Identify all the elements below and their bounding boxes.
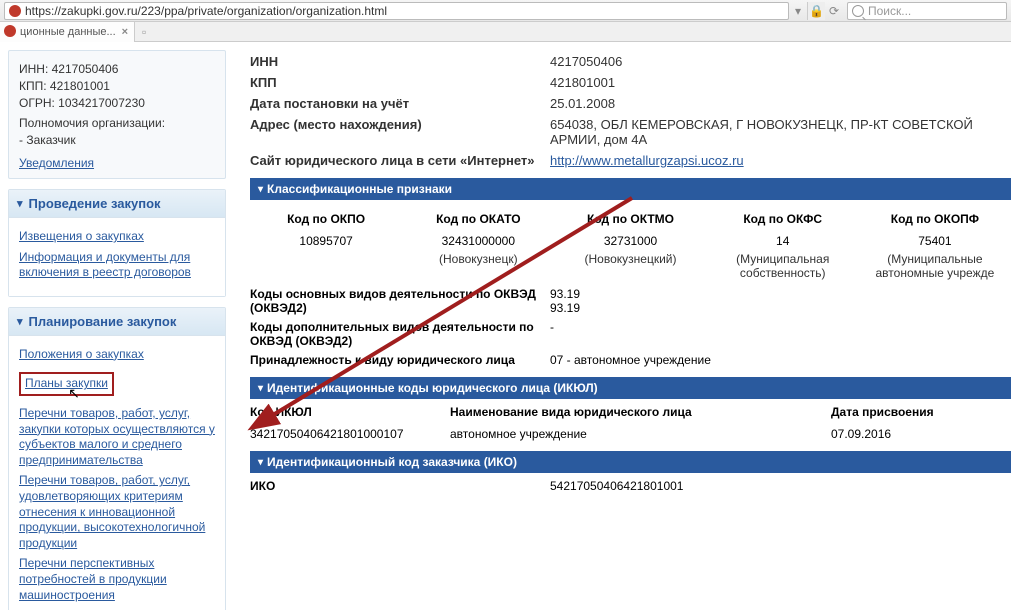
kv-okved-extra: Коды дополнительных видов деятельности п… xyxy=(250,320,1011,348)
kv-label: Сайт юридического лица в сети «Интернет» xyxy=(250,153,550,168)
search-placeholder: Поиск... xyxy=(868,4,911,18)
info-inn: ИНН: 4217050406 xyxy=(19,62,215,76)
kv-label: Дата постановки на учёт xyxy=(250,96,550,111)
accordion-body: Извещения о закупках Информация и докуме… xyxy=(9,218,225,296)
tab-icon xyxy=(4,25,16,37)
info-powers-label: Полномочия организации: xyxy=(19,116,215,130)
lock-icon: 🔒 xyxy=(807,2,825,20)
triangle-down-icon: ▾ xyxy=(258,383,263,394)
ikul-row: 34217050406421801000107 автономное учреж… xyxy=(250,427,1011,441)
table-header: Код по ОКПО Код по ОКАТО Код по ОКТМО Ко… xyxy=(250,206,1011,232)
page-body: ИНН: 4217050406 КПП: 421801001 ОГРН: 103… xyxy=(0,42,1011,610)
link-engineering-lists[interactable]: Перечни перспективных потребностей в про… xyxy=(19,556,215,603)
kv-value: 25.01.2008 xyxy=(550,96,1011,111)
new-tab-icon[interactable]: ▫ xyxy=(135,23,153,41)
table-row-sub: (Новокузнецк) (Новокузнецкий) (Муниципал… xyxy=(250,250,1011,282)
kv-legal-type: Принадлежность к виду юридического лица … xyxy=(250,353,1011,367)
search-box[interactable]: Поиск... xyxy=(847,2,1007,20)
close-icon[interactable]: × xyxy=(122,26,128,38)
tab-title: ционные данные... xyxy=(20,26,116,38)
website-link[interactable]: http://www.metallurgzapsi.ucoz.ru xyxy=(550,153,744,168)
ikul-header: Код ИКЮЛ Наименование вида юридического … xyxy=(250,405,1011,419)
kv-row: Адрес (место нахождения) 654038, ОБЛ КЕМ… xyxy=(250,117,1011,147)
link-purchase-plans[interactable]: Планы закупки ↖ xyxy=(19,372,114,396)
dropdown-icon[interactable]: ▾ xyxy=(789,2,807,20)
chevron-down-icon: ▾ xyxy=(17,315,23,328)
info-powers-value: - Заказчик xyxy=(19,133,215,147)
kv-row: Дата постановки на учёт 25.01.2008 xyxy=(250,96,1011,111)
main-content: ИНН 4217050406 КПП 421801001 Дата постан… xyxy=(240,42,1011,610)
kv-value: 421801001 xyxy=(550,75,1011,90)
kv-value: http://www.metallurgzapsi.ucoz.ru xyxy=(550,153,1011,168)
org-info-block: ИНН: 4217050406 КПП: 421801001 ОГРН: 103… xyxy=(8,50,226,179)
triangle-down-icon: ▾ xyxy=(258,184,263,195)
info-kpp: КПП: 421801001 xyxy=(19,79,215,93)
kv-value: 654038, ОБЛ КЕМЕРОВСКАЯ, Г НОВОКУЗНЕЦК, … xyxy=(550,117,1011,147)
kv-value: 4217050406 xyxy=(550,54,1011,69)
kv-row: КПП 421801001 xyxy=(250,75,1011,90)
classification-table: Код по ОКПО Код по ОКАТО Код по ОКТМО Ко… xyxy=(250,206,1011,282)
browser-toolbar: https://zakupki.gov.ru/223/ppa/private/o… xyxy=(0,0,1011,22)
section-classification[interactable]: ▾ Классификационные признаки xyxy=(250,178,1011,200)
address-bar[interactable]: https://zakupki.gov.ru/223/ppa/private/o… xyxy=(4,2,789,20)
accordion-procurement: ▾ Проведение закупок Извещения о закупка… xyxy=(8,189,226,297)
accordion-body: Положения о закупках Планы закупки ↖ Пер… xyxy=(9,336,225,610)
link-registry-docs[interactable]: Информация и документы для включения в р… xyxy=(19,250,215,281)
sidebar: ИНН: 4217050406 КПП: 421801001 ОГРН: 103… xyxy=(0,42,240,610)
kv-okved-main: Коды основных видов деятельности по ОКВЭ… xyxy=(250,287,1011,315)
kv-label: КПП xyxy=(250,75,550,90)
tab-strip: ционные данные... × ▫ xyxy=(0,22,1011,42)
cursor-pointer-icon: ↖ xyxy=(68,384,80,402)
kv-row: ИНН 4217050406 xyxy=(250,54,1011,69)
kv-row: Сайт юридического лица в сети «Интернет»… xyxy=(250,153,1011,168)
link-regulations[interactable]: Положения о закупках xyxy=(19,347,215,363)
table-row: 10895707 32431000000 32731000 14 75401 xyxy=(250,232,1011,250)
info-ogrn: ОГРН: 1034217007230 xyxy=(19,96,215,110)
kv-label: Адрес (место нахождения) xyxy=(250,117,550,147)
kv-label: ИНН xyxy=(250,54,550,69)
site-icon xyxy=(9,5,21,17)
url-text: https://zakupki.gov.ru/223/ppa/private/o… xyxy=(25,4,387,18)
browser-tab[interactable]: ционные данные... × xyxy=(0,22,135,42)
accordion-header-planning[interactable]: ▾ Планирование закупок xyxy=(9,308,225,336)
link-smb-lists[interactable]: Перечни товаров, работ, услуг, закупки к… xyxy=(19,406,215,468)
accordion-planning: ▾ Планирование закупок Положения о закуп… xyxy=(8,307,226,610)
section-iko[interactable]: ▾ Идентификационный код заказчика (ИКО) xyxy=(250,451,1011,473)
refresh-icon[interactable]: ⟳ xyxy=(825,2,843,20)
notifications-link[interactable]: Уведомления xyxy=(19,156,94,170)
triangle-down-icon: ▾ xyxy=(258,457,263,468)
section-ikul[interactable]: ▾ Идентификационные коды юридического ли… xyxy=(250,377,1011,399)
accordion-title: Проведение закупок xyxy=(29,196,161,211)
link-notices[interactable]: Извещения о закупках xyxy=(19,229,215,245)
kv-iko: ИКО 54217050406421801001 xyxy=(250,479,1011,493)
link-innovation-lists[interactable]: Перечни товаров, работ, услуг, удовлетво… xyxy=(19,473,215,551)
chevron-down-icon: ▾ xyxy=(17,197,23,210)
accordion-header-procurement[interactable]: ▾ Проведение закупок xyxy=(9,190,225,218)
search-icon xyxy=(852,5,864,17)
accordion-title: Планирование закупок xyxy=(29,314,177,329)
